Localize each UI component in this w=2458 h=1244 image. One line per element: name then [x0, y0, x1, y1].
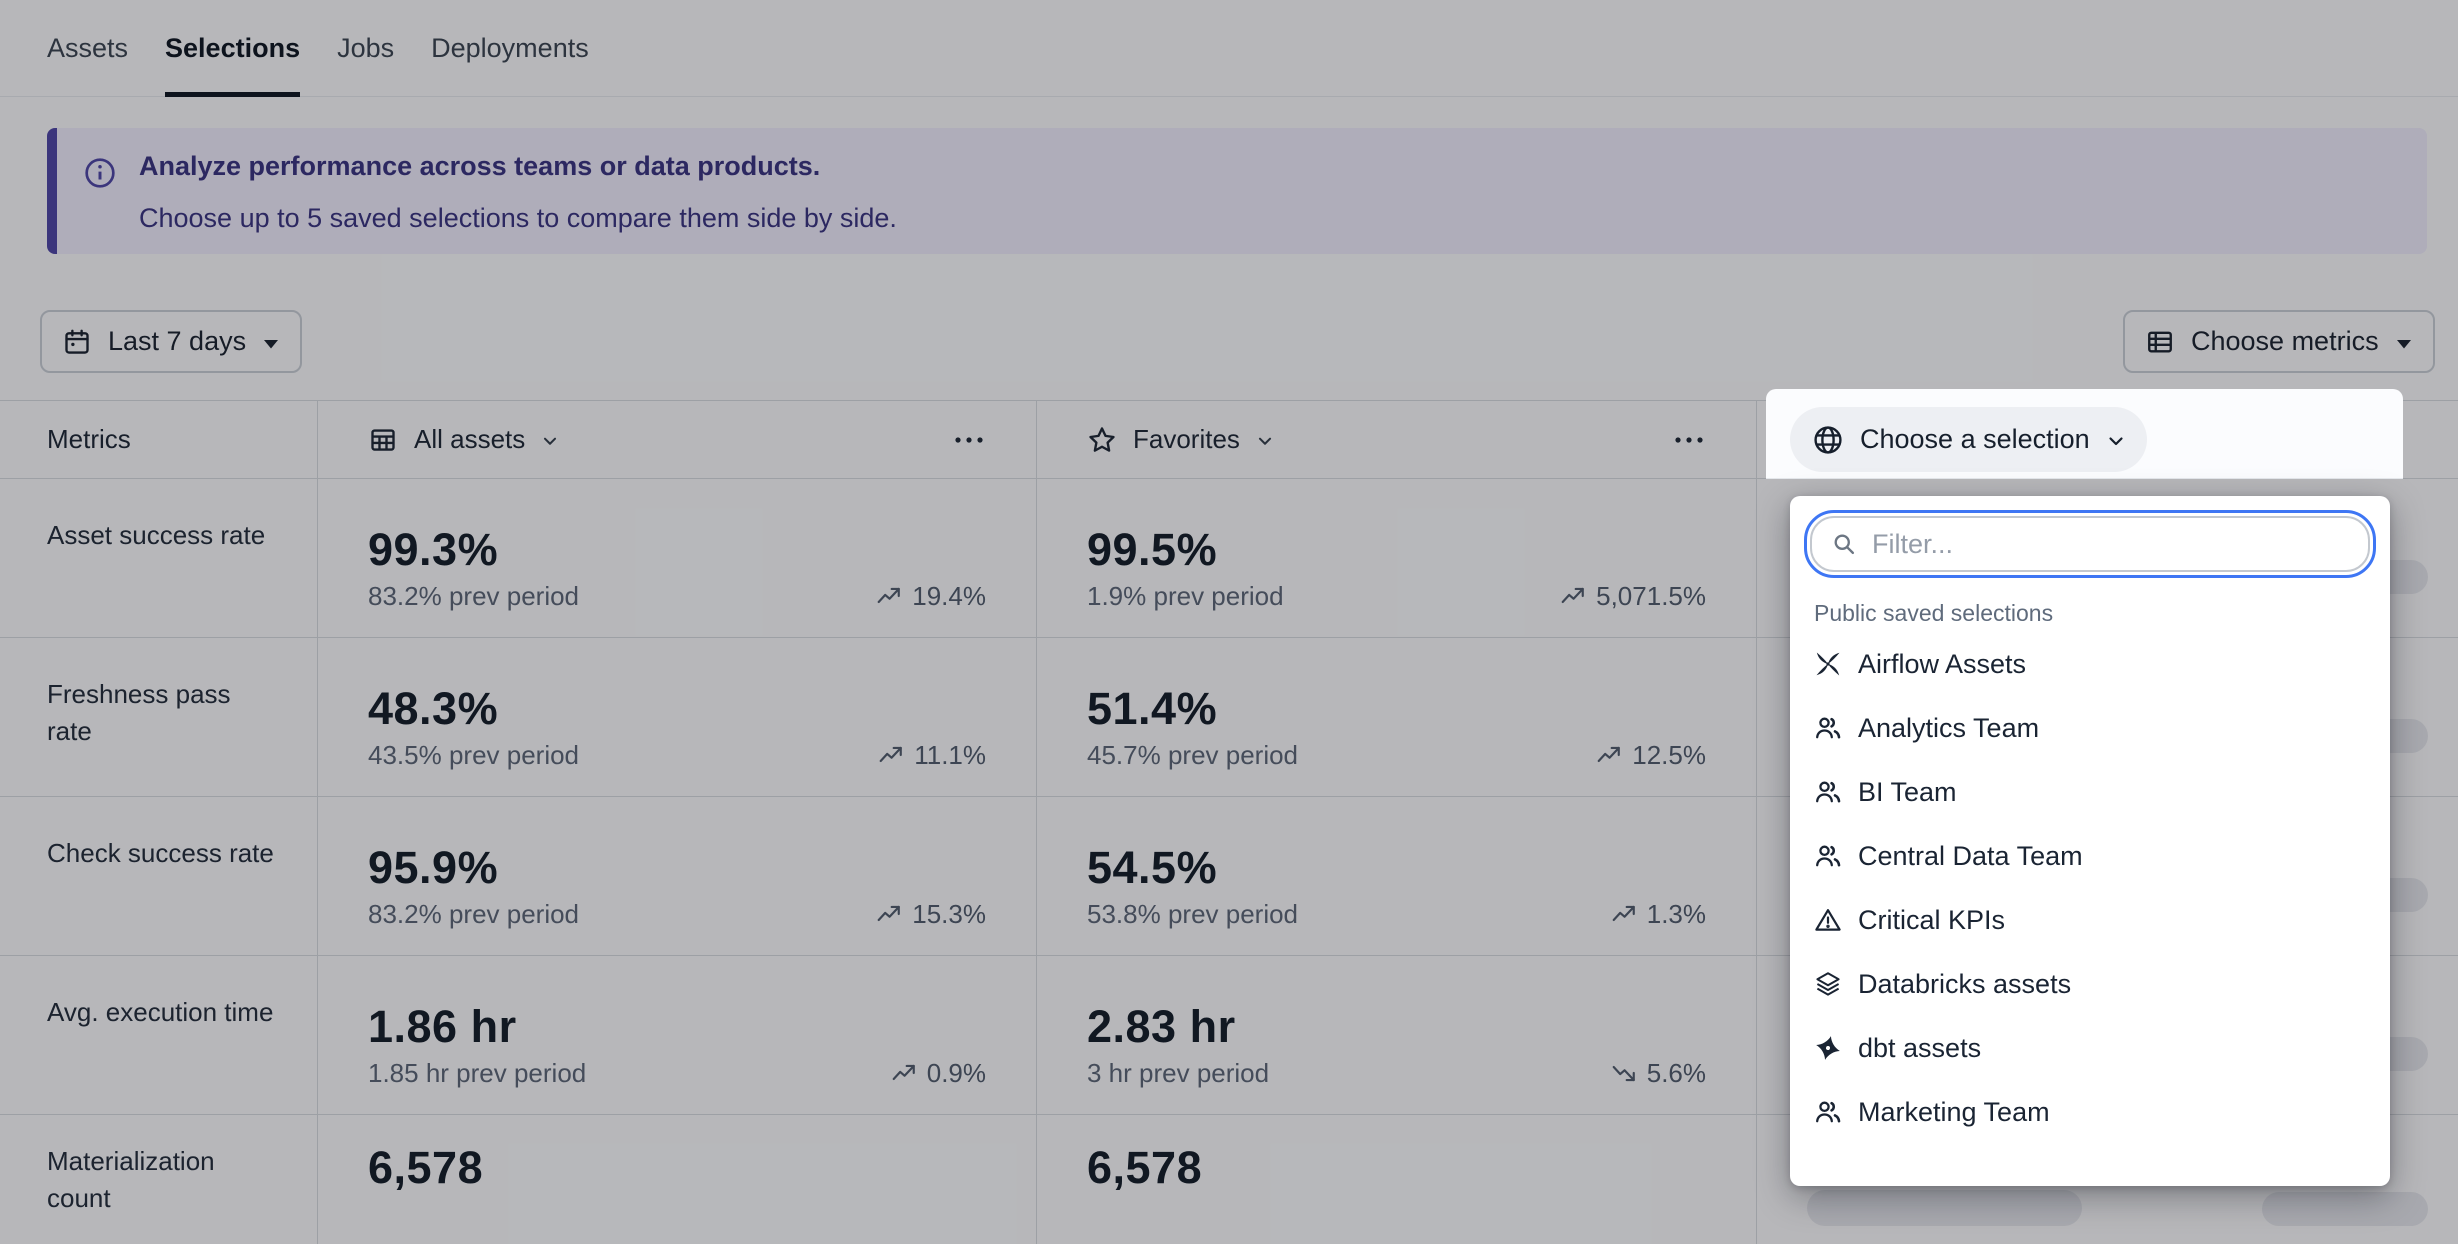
insights-page: Assets Selections Jobs Deployments Analy…: [0, 0, 2458, 1244]
selection-item-analytics-team[interactable]: Analytics Team: [1804, 696, 2376, 760]
selection-item-marketing-team[interactable]: Marketing Team: [1804, 1080, 2376, 1144]
selection-group-label: Public saved selections: [1814, 598, 2376, 628]
selection-item-label: BI Team: [1858, 777, 1957, 808]
selection-item-critical-kpis[interactable]: Critical KPIs: [1804, 888, 2376, 952]
layers-icon: [1814, 970, 1842, 998]
chevron-down-icon: [2104, 429, 2128, 453]
selection-item-label: Critical KPIs: [1858, 905, 2005, 936]
selection-item-databricks-assets[interactable]: Databricks assets: [1804, 952, 2376, 1016]
selection-popover: Public saved selections Airflow Asset: [1790, 496, 2390, 1186]
team-icon: [1814, 1098, 1842, 1126]
selection-item-label: dbt assets: [1858, 1033, 1981, 1064]
team-icon: [1814, 714, 1842, 742]
search-icon: [1830, 530, 1858, 558]
selection-item-label: Airflow Assets: [1858, 649, 2026, 680]
warning-icon: [1814, 906, 1842, 934]
selection-item-label: Central Data Team: [1858, 841, 2083, 872]
globe-icon: [1812, 424, 1844, 456]
airflow-icon: [1814, 650, 1842, 678]
selection-item-label: Databricks assets: [1858, 969, 2071, 1000]
choose-selection-trigger[interactable]: Choose a selection: [1790, 407, 2147, 472]
selection-item-central-data-team[interactable]: Central Data Team: [1804, 824, 2376, 888]
selection-column-header: Choose a selection: [1766, 389, 2403, 479]
team-icon: [1814, 842, 1842, 870]
selection-list: Airflow Assets Analytics Team: [1804, 632, 2376, 1144]
selection-item-label: Analytics Team: [1858, 713, 2039, 744]
selection-item-airflow-assets[interactable]: Airflow Assets: [1804, 632, 2376, 696]
filter-focus-ring: [1804, 510, 2376, 578]
selection-item-dbt-assets[interactable]: dbt assets: [1804, 1016, 2376, 1080]
choose-selection-label: Choose a selection: [1860, 424, 2090, 455]
dbt-icon: [1814, 1034, 1842, 1062]
filter-input[interactable]: [1872, 529, 2312, 560]
selection-item-label: Marketing Team: [1858, 1097, 2050, 1128]
selection-item-bi-team[interactable]: BI Team: [1804, 760, 2376, 824]
team-icon: [1814, 778, 1842, 806]
